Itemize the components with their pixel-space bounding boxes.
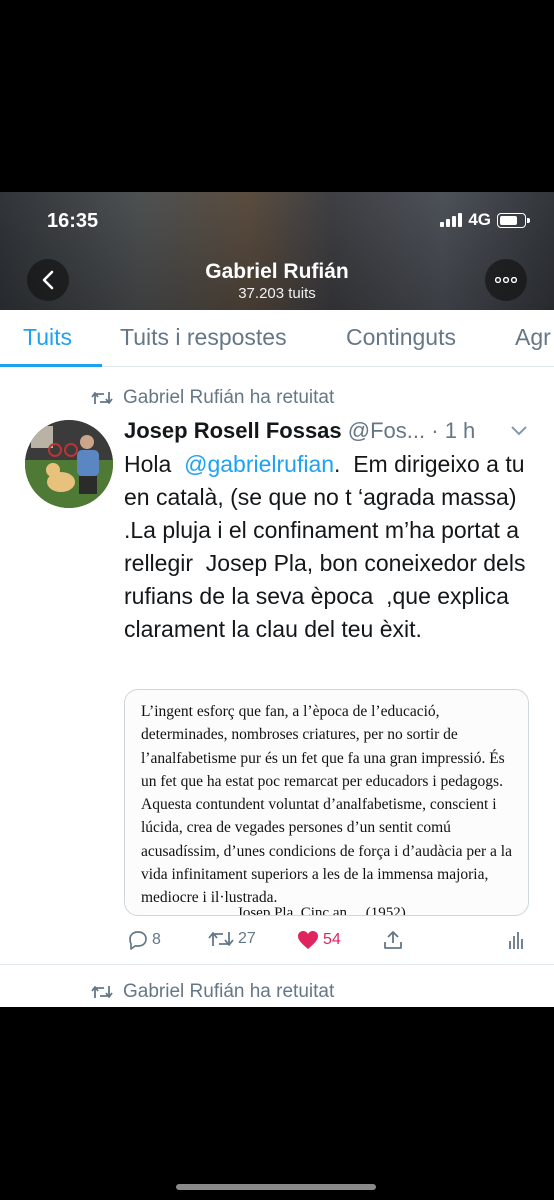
analytics-button[interactable] — [508, 930, 524, 950]
chevron-down-icon — [511, 426, 527, 436]
author-avatar[interactable] — [25, 420, 113, 508]
tweet-text-start: Hola — [124, 451, 185, 477]
tweet-actions: 8 27 54 — [124, 930, 534, 954]
retweet-count: 27 — [238, 930, 256, 947]
like-count: 54 — [323, 931, 341, 948]
status-time: 16:35 — [47, 210, 99, 232]
tab-tuits[interactable]: Tuits — [23, 324, 72, 351]
tweet-options-button[interactable] — [510, 424, 528, 442]
retweet-icon — [91, 392, 113, 404]
active-tab-indicator — [0, 364, 102, 367]
retweet-label: Gabriel Rufián ha retuitat — [123, 387, 335, 408]
network-type: 4G — [468, 210, 491, 229]
next-retweet-context: Gabriel Rufián ha retuitat — [91, 981, 334, 1003]
more-button[interactable] — [485, 259, 527, 301]
more-dots-icon — [495, 277, 517, 283]
signal-icon — [440, 213, 463, 227]
quote-text: L’ingent esforç que fan, a l’època de l’… — [141, 703, 512, 907]
retweet-context: Gabriel Rufián ha retuitat — [91, 387, 334, 409]
tab-agradaments[interactable]: Agr — [515, 324, 551, 351]
battery-icon — [497, 212, 530, 228]
reply-icon — [129, 931, 147, 950]
twitter-screen: 16:35 4G Gabriel Rufián 37.203 tuits Tui… — [0, 192, 554, 1007]
status-icons: 4G — [440, 210, 530, 230]
share-icon — [384, 931, 402, 949]
retweet-button[interactable]: 27 — [208, 930, 256, 948]
tweet-divider — [0, 964, 554, 965]
tweet-time: · 1 h — [431, 418, 476, 443]
tweet-header: Josep Rosell Fossas @Fos... · 1 h — [124, 418, 475, 444]
quote-cutoff-line: Josep Pla, Cinc an… (1952) — [237, 905, 406, 916]
quote-image-card[interactable]: L’ingent esforç que fan, a l’època de l’… — [124, 689, 529, 916]
analytics-icon — [509, 932, 523, 949]
retweet-icon — [91, 986, 113, 998]
tweet-text: Hola @gabrielrufian. Em dirigeixo a tu e… — [124, 448, 534, 646]
tweet-count: 37.203 tuits — [238, 285, 316, 302]
next-retweet-label: Gabriel Rufián ha retuitat — [123, 981, 335, 1002]
retweet-icon — [208, 932, 234, 946]
like-button[interactable]: 54 — [297, 930, 341, 950]
home-indicator[interactable] — [176, 1184, 376, 1190]
tweet-text-end: . Em dirigeixo a tu en català, (se que n… — [124, 451, 532, 642]
heart-icon — [298, 931, 318, 949]
reply-button[interactable]: 8 — [128, 930, 161, 950]
profile-tabs: Tuits Tuits i respostes Continguts Agr — [0, 310, 554, 367]
share-button[interactable] — [383, 930, 403, 950]
tab-tuits-respostes[interactable]: Tuits i respostes — [120, 324, 287, 351]
profile-name: Gabriel Rufián — [205, 260, 349, 283]
reply-count: 8 — [152, 931, 161, 948]
mention-link[interactable]: @gabrielrufian — [184, 451, 334, 477]
tab-continguts[interactable]: Continguts — [346, 324, 456, 351]
author-handle[interactable]: @Fos... — [348, 418, 425, 443]
author-name[interactable]: Josep Rosell Fossas — [124, 418, 342, 443]
